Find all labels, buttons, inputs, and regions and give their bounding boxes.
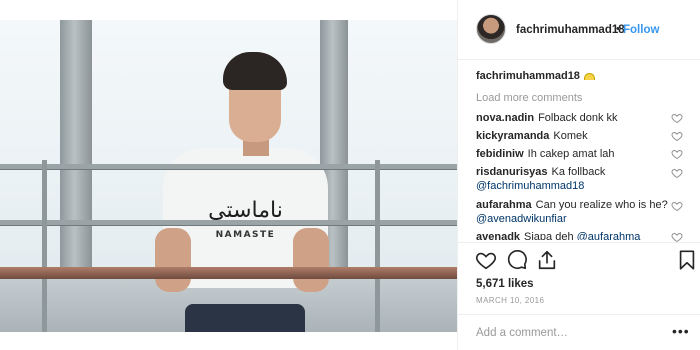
photo-hair <box>223 52 287 90</box>
comment-text: Siapa deh <box>524 231 574 240</box>
post-actions <box>458 242 700 276</box>
list-item: risdanurisyas Ka follback @fachrimuhammad… <box>476 165 686 193</box>
photo-railing-post <box>42 160 47 332</box>
comment-username[interactable]: avenadk <box>476 231 520 240</box>
more-options-icon[interactable]: ••• <box>672 323 690 339</box>
photo-pants <box>185 304 305 332</box>
comment-icon[interactable] <box>506 249 528 271</box>
photo-railing <box>0 164 457 169</box>
header-separator: • <box>616 23 620 35</box>
comment-heart-icon[interactable] <box>671 200 683 212</box>
add-comment-bar: ••• <box>458 314 700 350</box>
caption: fachrimuhammad18 <box>476 70 595 82</box>
comment-text: Komek <box>553 130 588 142</box>
comment-username[interactable]: risdanurisyas <box>476 166 548 178</box>
caption-username[interactable]: fachrimuhammad18 <box>476 70 580 82</box>
post-header: fachrimuhammad18 • Follow <box>458 0 700 60</box>
comment-text: Ih cakep amat lah <box>527 148 615 160</box>
photo-arm <box>293 228 329 292</box>
list-item: aufarahma Can you realize who is he? @ave… <box>476 198 686 226</box>
comment-username[interactable]: nova.nadin <box>476 112 534 124</box>
comment-text: Can you realize who is he? <box>535 199 668 211</box>
comment-heart-icon[interactable] <box>671 167 683 179</box>
post-side-panel: fachrimuhammad18 • Follow fachrimuhammad… <box>457 0 700 350</box>
comment-mention[interactable]: @avenadwikunfiar <box>476 212 686 226</box>
avatar[interactable] <box>476 14 506 44</box>
post-photo[interactable]: ناماستي NAMASTE <box>0 20 457 332</box>
photo-railing-post <box>375 160 380 332</box>
comment-mention[interactable]: @fachrimuhammad18 <box>476 179 686 193</box>
load-more-comments-button[interactable]: Load more comments <box>476 92 582 104</box>
comment-username[interactable]: febidiniw <box>476 148 524 160</box>
photo-person: ناماستي NAMASTE <box>145 48 330 332</box>
comment-heart-icon[interactable] <box>671 130 683 142</box>
comment-username[interactable]: kickyramanda <box>476 130 549 142</box>
list-item: avenadk Siapa deh @aufarahma <box>476 230 686 240</box>
comment-heart-icon[interactable] <box>671 148 683 160</box>
cloud-emoji-icon <box>583 72 595 80</box>
likes-count[interactable]: 5,671 likes <box>476 278 534 290</box>
photo-arm <box>155 228 191 292</box>
follow-button[interactable]: Follow <box>623 24 659 36</box>
comment-text: Ka follback <box>551 166 606 178</box>
post-date[interactable]: MARCH 10, 2016 <box>476 296 544 305</box>
list-item: nova.nadin Folback donk kk <box>476 111 686 125</box>
list-item: kickyramanda Komek <box>476 129 686 143</box>
comment-text: Folback donk kk <box>538 112 618 124</box>
photo-ledge <box>0 267 457 279</box>
header-username[interactable]: fachrimuhammad18 <box>516 24 625 36</box>
comment-heart-icon[interactable] <box>671 112 683 124</box>
comment-mention[interactable]: @aufarahma <box>577 231 641 240</box>
comment-username[interactable]: aufarahma <box>476 199 532 211</box>
photo-railing <box>0 220 457 225</box>
heart-icon[interactable] <box>475 249 497 271</box>
bookmark-icon[interactable] <box>676 249 698 271</box>
share-icon[interactable] <box>536 249 558 271</box>
list-item: febidiniw Ih cakep amat lah <box>476 147 686 161</box>
comments-list[interactable]: fachrimuhammad18 Load more comments nova… <box>476 70 686 240</box>
add-comment-input[interactable] <box>476 325 656 341</box>
